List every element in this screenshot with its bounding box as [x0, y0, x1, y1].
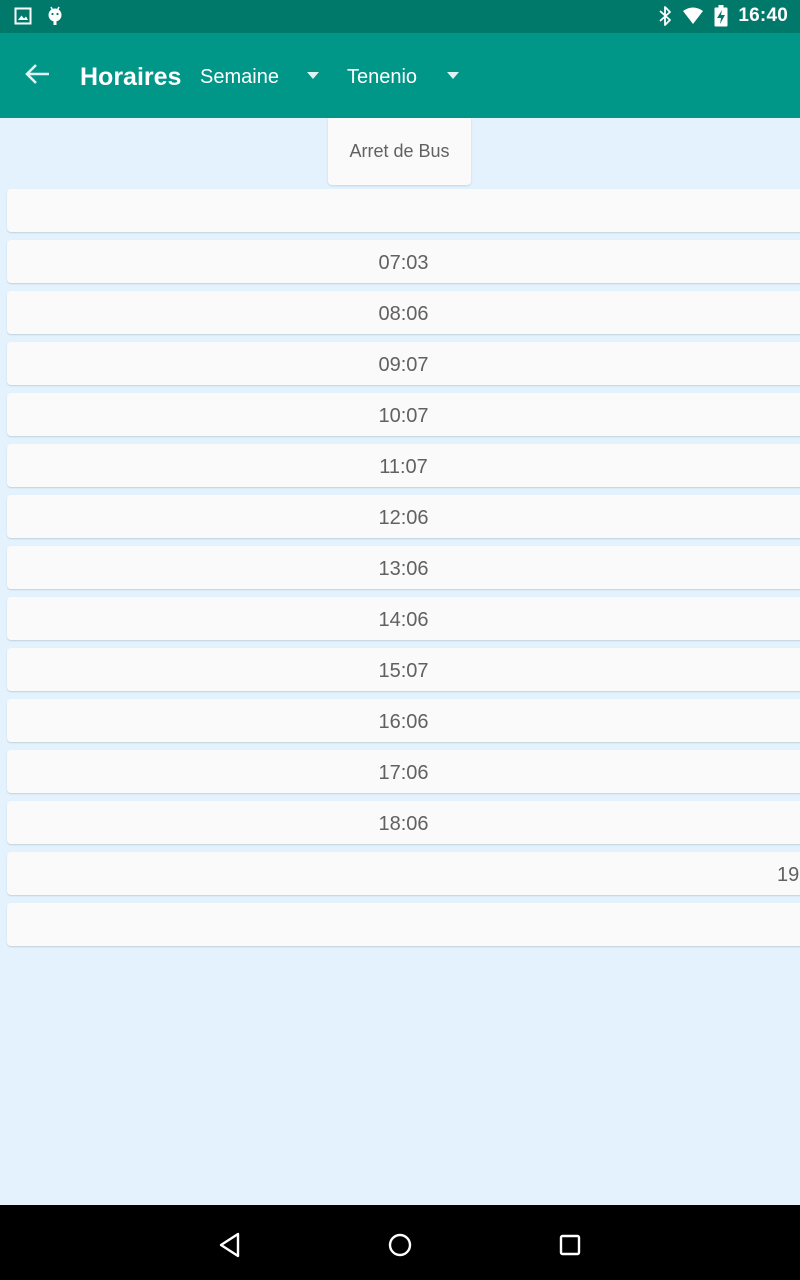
schedule-time: 18:06: [378, 813, 429, 835]
schedule-time: [7, 189, 800, 232]
schedule-time: 19: [777, 864, 800, 886]
android-icon: [48, 6, 62, 25]
schedule-row[interactable]: 13:06: [7, 546, 800, 589]
schedule-time: 10:07: [378, 405, 429, 427]
schedule-time: 07:03: [378, 252, 429, 274]
column-header-bus-stop: Arret de Bus: [328, 118, 471, 185]
status-right-icons: 16:40: [658, 5, 788, 27]
back-button[interactable]: [18, 54, 58, 94]
schedule-row[interactable]: 11:07: [7, 444, 800, 487]
schedule-row[interactable]: 12:06: [7, 495, 800, 538]
image-icon: [14, 7, 32, 25]
schedule-row[interactable]: [7, 189, 800, 232]
schedule-row[interactable]: 18:06: [7, 801, 800, 844]
schedule-row[interactable]: [7, 903, 800, 946]
schedule-row[interactable]: 15:07: [7, 648, 800, 691]
bluetooth-icon: [659, 6, 672, 26]
schedule-list: 07:03 08:06 09:07 10:07 11:07 12:06 13:0…: [7, 189, 800, 954]
system-nav-bar: [0, 1205, 800, 1280]
status-left-icons: [14, 6, 64, 26]
dropdown-caret-icon: [447, 72, 459, 79]
dropdown-caret-icon: [307, 72, 319, 79]
wifi-icon: [683, 7, 704, 24]
period-spinner-label: Semaine: [200, 66, 279, 88]
nav-back-button[interactable]: [212, 1227, 248, 1263]
schedule-time: 08:06: [378, 303, 429, 325]
stop-spinner-label: Tenenio: [347, 66, 418, 88]
schedule-row[interactable]: 07:03: [7, 240, 800, 283]
schedule-time: 12:06: [378, 507, 429, 529]
schedule-time: [7, 903, 800, 946]
schedule-time: 17:06: [378, 762, 429, 784]
schedule-time: 13:06: [378, 558, 429, 580]
home-circle-icon: [388, 1233, 412, 1257]
schedule-time: 09:07: [378, 354, 429, 376]
schedule-row[interactable]: 08:06: [7, 291, 800, 334]
stop-spinner[interactable]: Tenenio: [347, 63, 467, 91]
battery-charging-icon: [714, 5, 728, 27]
status-time: 16:40: [738, 5, 788, 26]
status-bar: 16:40: [0, 0, 800, 33]
schedule-row[interactable]: 19: [7, 852, 800, 895]
schedule-time: 14:06: [378, 609, 429, 631]
schedule-row[interactable]: 14:06: [7, 597, 800, 640]
schedule-row[interactable]: 10:07: [7, 393, 800, 436]
schedule-row[interactable]: 17:06: [7, 750, 800, 793]
schedule-row[interactable]: 16:06: [7, 699, 800, 742]
back-triangle-icon: [219, 1232, 240, 1258]
arrow-back-icon: [25, 64, 49, 84]
recents-square-icon: [559, 1234, 581, 1256]
app-bar: Horaires Semaine Tenenio: [0, 33, 800, 118]
nav-home-button[interactable]: [382, 1227, 418, 1263]
nav-recents-button[interactable]: [552, 1227, 588, 1263]
schedule-time: 11:07: [379, 456, 428, 478]
page-title: Horaires: [80, 63, 182, 91]
schedule-row[interactable]: 09:07: [7, 342, 800, 385]
schedule-time: 16:06: [378, 711, 429, 733]
schedule-time: 15:07: [378, 660, 429, 682]
period-spinner[interactable]: Semaine: [200, 63, 330, 91]
